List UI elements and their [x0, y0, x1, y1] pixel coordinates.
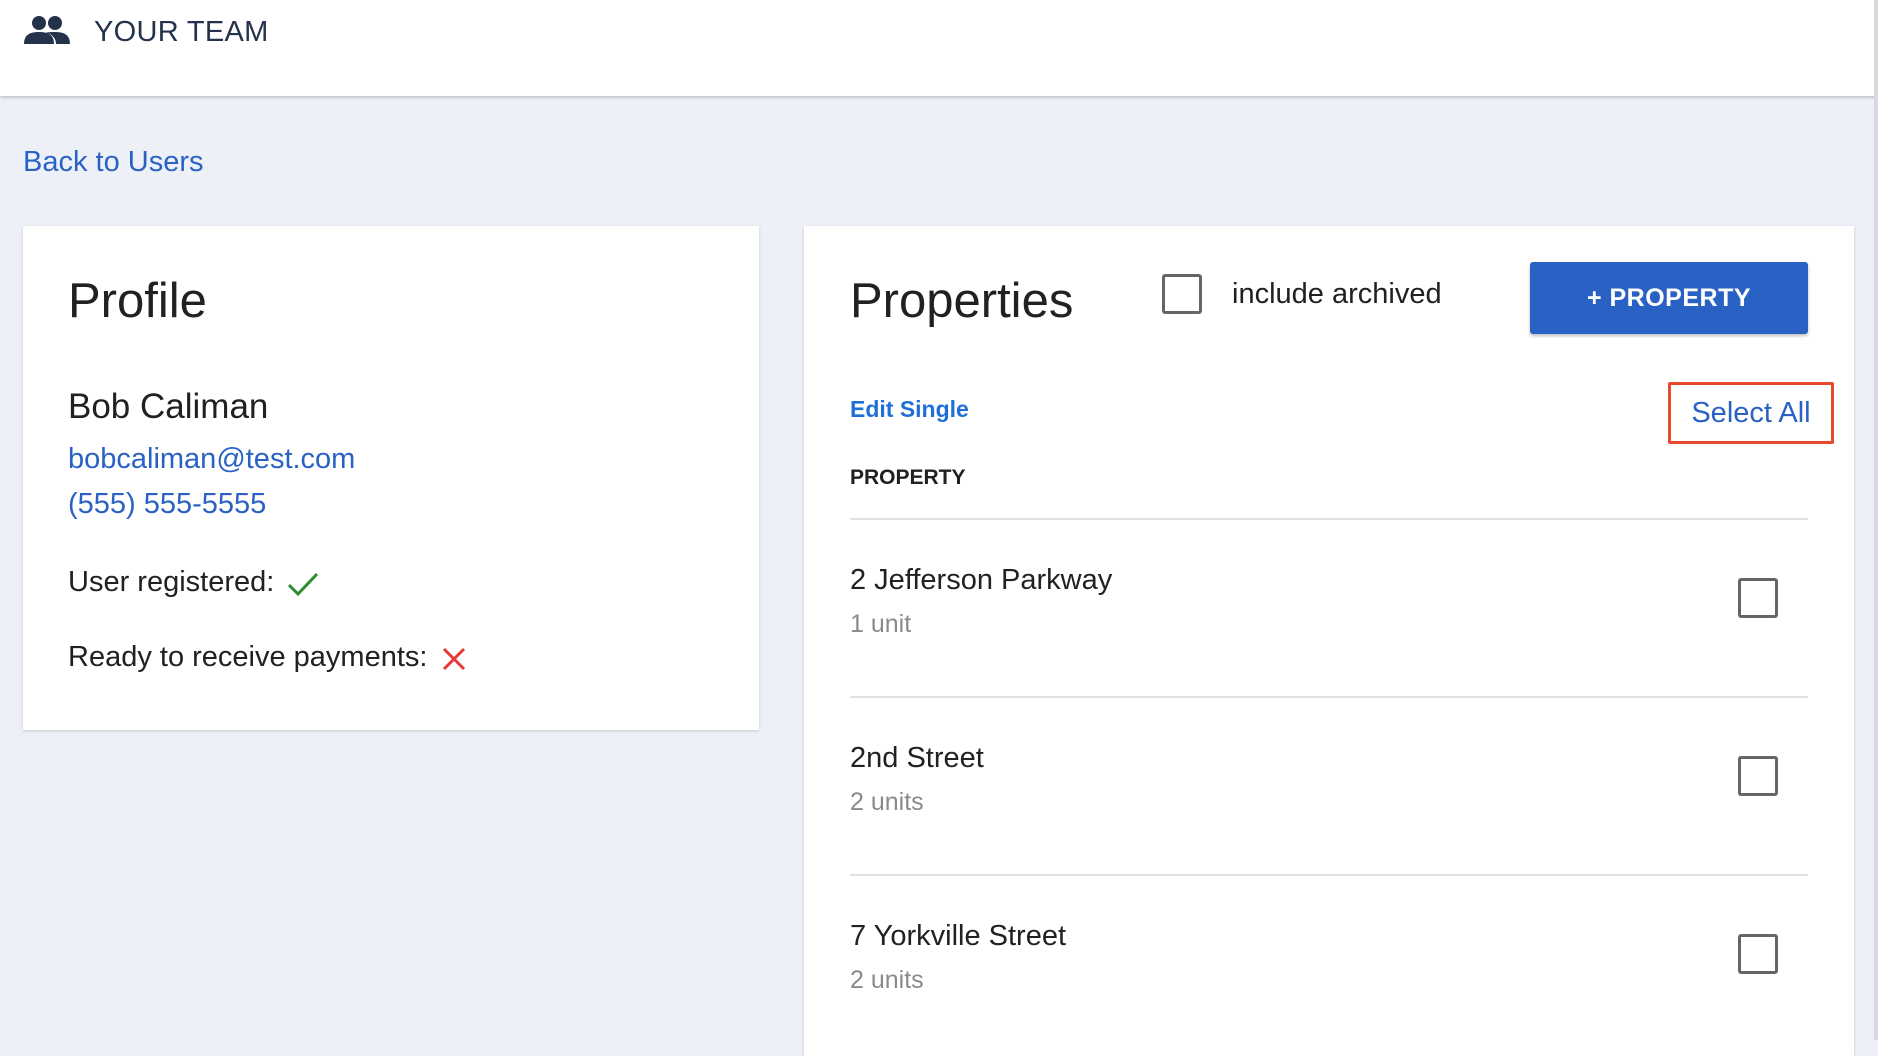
user-phone-link[interactable]: (555) 555-5555: [68, 488, 266, 521]
property-list: 2 Jefferson Parkway 1 unit 2nd Street 2 …: [850, 518, 1808, 1052]
properties-title: Properties: [850, 274, 1074, 328]
user-registered-status: User registered:: [68, 566, 320, 599]
team-icon: [24, 16, 70, 44]
include-archived-label: include archived: [1232, 277, 1442, 310]
user-registered-label: User registered:: [68, 566, 275, 598]
add-property-button[interactable]: + PROPERTY: [1530, 262, 1808, 334]
profile-card: Profile Bob Caliman bobcaliman@test.com …: [23, 226, 759, 730]
property-units: 2 units: [850, 788, 924, 816]
property-row: 7 Yorkville Street 2 units: [850, 874, 1808, 1052]
property-units: 2 units: [850, 966, 924, 994]
user-email-link[interactable]: bobcaliman@test.com: [68, 443, 355, 476]
scrollbar[interactable]: [1874, 0, 1878, 1040]
property-name: 7 Yorkville Street: [850, 920, 1067, 952]
property-checkbox[interactable]: [1738, 578, 1778, 618]
check-icon: [288, 572, 319, 596]
property-name: 2nd Street: [850, 742, 984, 774]
properties-card: Properties include archived + PROPERTY E…: [804, 226, 1854, 1056]
select-all-button[interactable]: Select All: [1668, 382, 1834, 444]
property-row: 2nd Street 2 units: [850, 696, 1808, 874]
property-name: 2 Jefferson Parkway: [850, 564, 1113, 596]
edit-single-link[interactable]: Edit Single: [850, 396, 969, 423]
page-title: YOUR TEAM: [94, 16, 269, 48]
property-units: 1 unit: [850, 610, 912, 638]
include-archived-toggle[interactable]: include archived: [1162, 274, 1442, 314]
payments-label: Ready to receive payments:: [68, 641, 428, 673]
user-name: Bob Caliman: [68, 387, 269, 426]
include-archived-checkbox[interactable]: [1162, 274, 1202, 314]
cross-icon: [443, 647, 466, 670]
profile-title: Profile: [68, 274, 207, 328]
property-column-header: PROPERTY: [850, 466, 966, 489]
property-checkbox[interactable]: [1738, 756, 1778, 796]
payments-status: Ready to receive payments:: [68, 641, 469, 674]
top-bar: YOUR TEAM: [0, 0, 1878, 96]
property-checkbox[interactable]: [1738, 934, 1778, 974]
back-to-users-link[interactable]: Back to Users: [23, 146, 204, 179]
property-row: 2 Jefferson Parkway 1 unit: [850, 518, 1808, 696]
